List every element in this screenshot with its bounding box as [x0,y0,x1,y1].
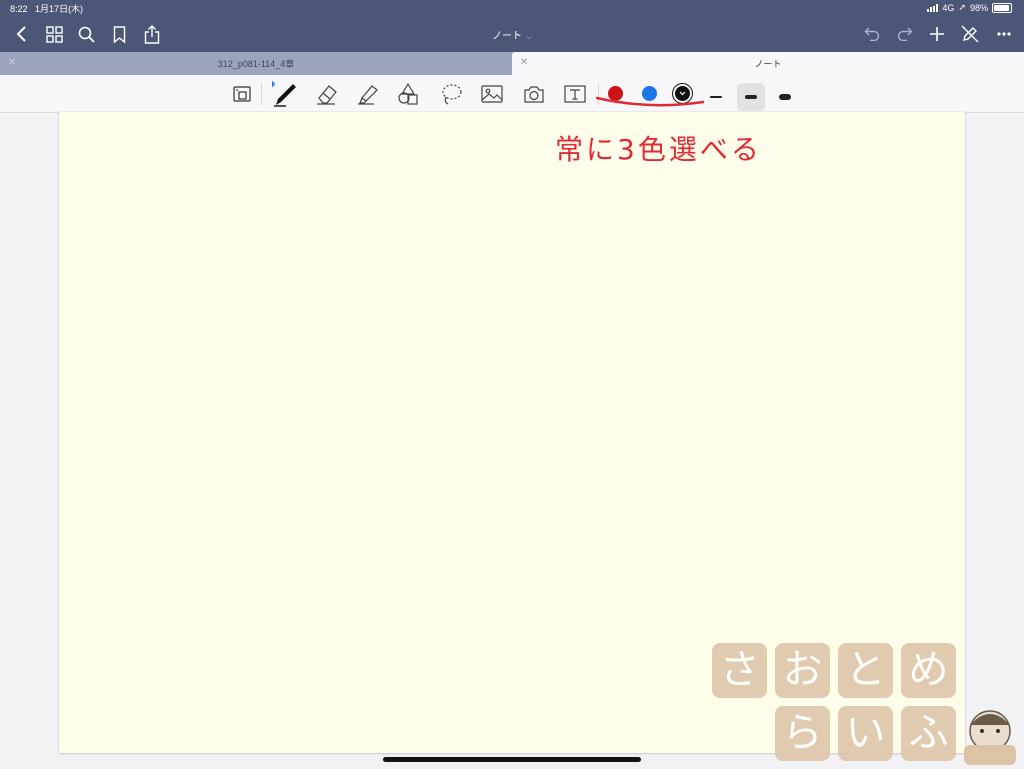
status-date: 1月17日(木) [35,4,84,14]
more-icon[interactable] [994,24,1014,44]
thickness-thin[interactable] [702,83,730,111]
watermark-tile: い [838,706,893,761]
svg-text:✱: ✱ [272,80,276,89]
annotation-text: 常に3色選べる [555,133,762,166]
navigation-bar: 8:22 1月17日(木) 4G ➚ 98% ノート ⌵ [0,0,1024,52]
status-time: 8:22 [10,4,28,14]
thickness-thick[interactable] [771,83,799,111]
watermark-logo: さ お と め ら い ふ [712,643,962,768]
lasso-icon[interactable] [440,82,464,106]
tab-document[interactable]: ✕ 312_p081-114_4章 [0,52,512,75]
tab-label: ノート [754,59,782,69]
status-time-date: 8:22 1月17日(木) [10,2,83,15]
toolbar-divider [261,83,262,105]
chevron-down-icon: ⌵ [525,32,533,41]
highlighter-icon[interactable] [356,82,380,106]
battery-label: 98% [969,2,988,13]
watermark-tile: さ [712,643,767,698]
shapes-icon[interactable] [396,82,420,106]
document-title-text: ノート [491,31,522,42]
pen-icon[interactable]: ✱ [272,79,300,107]
home-indicator [383,757,641,762]
watermark-tile: め [901,643,956,698]
undo-icon[interactable] [862,24,882,44]
battery-icon [992,2,1012,13]
watermark-tile: と [838,643,893,698]
plus-icon[interactable] [927,24,947,44]
no-edit-icon[interactable] [960,24,980,44]
text-icon[interactable] [563,82,587,106]
handwritten-annotation: 常に3色選べる [555,128,785,178]
network-label: 4G [942,2,955,13]
redo-icon[interactable] [895,24,915,44]
tab-bar: ✕ 312_p081-114_4章 ✕ ノート [0,52,1024,75]
signal-icon [927,3,939,12]
zoom-window-icon[interactable] [230,82,254,106]
drawing-toolbar: ✱ [0,75,1024,113]
thickness-medium[interactable] [737,83,765,111]
camera-icon[interactable] [522,82,546,106]
location-icon: ➚ [958,2,966,12]
watermark-avatar-icon [960,705,1020,765]
watermark-tile: ふ [901,706,956,761]
tab-note[interactable]: ✕ ノート [512,52,1024,75]
close-icon[interactable]: ✕ [8,57,16,68]
tab-label: 312_p081-114_4章 [217,59,295,69]
image-icon[interactable] [480,82,504,106]
watermark-tile: お [775,643,830,698]
status-right: 4G ➚ 98% [927,2,1012,13]
eraser-icon[interactable] [315,82,339,106]
annotation-underline [595,96,705,107]
close-icon[interactable]: ✕ [520,57,528,68]
watermark-tile: ら [775,706,830,761]
